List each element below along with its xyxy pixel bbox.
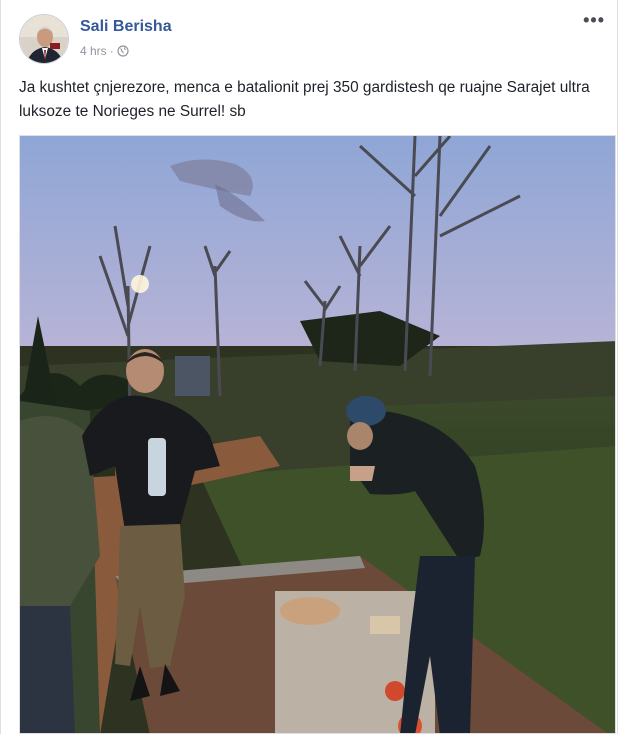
meta-separator: · [109,44,114,58]
author-name[interactable]: Sali Berisha [80,18,172,36]
post-text: Ja kushtet çnjerezore, menca e batalioni… [19,79,590,120]
more-options-icon[interactable]: ••• [583,10,605,31]
globe-icon[interactable] [117,45,129,57]
post-meta: 4 hrs · [80,44,129,58]
timestamp[interactable]: 4 hrs [80,44,107,58]
post-photo[interactable] [19,135,616,734]
post-header: Sali Berisha 4 hrs · ••• [19,10,605,66]
avatar[interactable] [19,14,69,64]
facebook-post: Sali Berisha 4 hrs · ••• Ja kushtet çnje… [0,0,618,734]
